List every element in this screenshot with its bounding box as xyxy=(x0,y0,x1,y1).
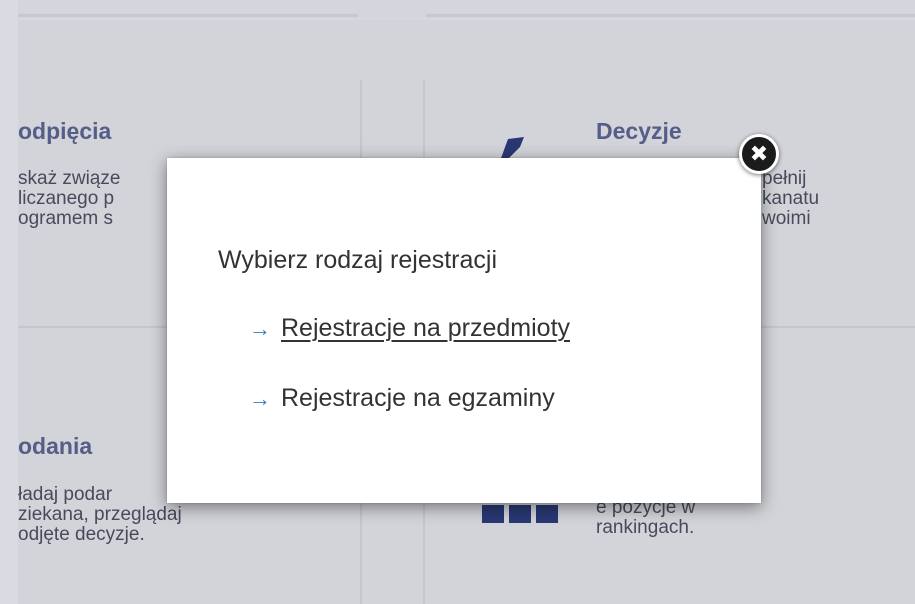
dialog-title: Wybierz rodzaj rejestracji xyxy=(218,246,498,274)
option-exam-registration[interactable]: → Rejestracje na egzaminy xyxy=(249,384,555,413)
close-icon: ✖ xyxy=(749,141,769,166)
arrow-right-icon: → xyxy=(249,315,271,341)
arrow-right-icon: → xyxy=(249,385,271,411)
option-exam-registration-link[interactable]: Rejestracje na egzaminy xyxy=(281,384,555,413)
close-button[interactable]: ✖ xyxy=(739,134,779,174)
page: odpięcia skaż związe liczanego p ogramem… xyxy=(0,0,915,604)
option-course-registration[interactable]: → Rejestracje na przedmioty xyxy=(249,314,570,343)
registration-type-dialog: Wybierz rodzaj rejestracji → Rejestracje… xyxy=(167,158,761,503)
option-course-registration-link[interactable]: Rejestracje na przedmioty xyxy=(281,314,570,343)
